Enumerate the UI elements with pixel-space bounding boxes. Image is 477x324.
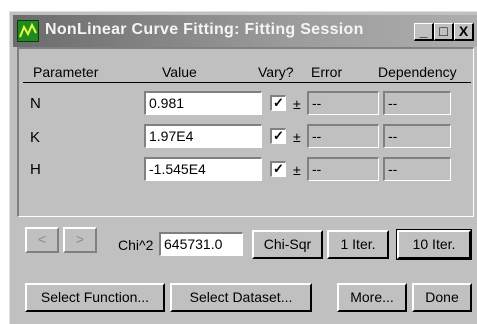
param-label-k: K [30, 129, 41, 146]
plus-minus-k: ± [293, 129, 301, 145]
done-button[interactable]: Done [412, 283, 472, 312]
window-title: NonLinear Curve Fitting: Fitting Session [45, 21, 364, 38]
chi-square-label: Chi^2 [118, 237, 154, 253]
more-button[interactable]: More... [337, 283, 407, 312]
header-parameter: Parameter [33, 64, 99, 80]
vary-checkbox-h[interactable]: ✓ [270, 161, 286, 177]
error-field-h: -- [307, 157, 379, 181]
dependency-field-k[interactable]: -- [383, 124, 451, 148]
error-field-k: -- [307, 124, 379, 148]
close-button[interactable]: X [454, 23, 474, 41]
prev-arrow-button[interactable]: < [25, 227, 59, 253]
app-icon [17, 20, 39, 42]
plus-minus-n: ± [293, 96, 301, 112]
dependency-field-h[interactable]: -- [383, 157, 451, 181]
ten-iterations-button[interactable]: 10 Iter. [396, 229, 472, 260]
error-field-n: -- [307, 91, 379, 115]
value-field-k[interactable]: 1.97E4 [144, 124, 262, 148]
header-error: Error [311, 64, 343, 80]
vary-checkbox-n[interactable]: ✓ [270, 95, 286, 111]
select-dataset-button[interactable]: Select Dataset... [170, 283, 312, 312]
chi-square-field: 645731.0 [159, 232, 243, 256]
minimize-button[interactable]: _ [414, 23, 434, 41]
vary-checkbox-k[interactable]: ✓ [270, 128, 286, 144]
value-field-n[interactable]: 0.981 [144, 91, 262, 115]
param-label-n: N [30, 95, 41, 112]
next-arrow-button[interactable]: > [63, 227, 97, 253]
header-dependency: Dependency [378, 64, 457, 80]
param-label-h: H [30, 161, 41, 178]
chi-sqr-button[interactable]: Chi-Sqr [252, 230, 323, 259]
one-iteration-button[interactable]: 1 Iter. [327, 230, 389, 259]
value-field-h[interactable]: -1.545E4 [144, 157, 262, 181]
header-value: Value [162, 64, 197, 80]
plus-minus-h: ± [293, 162, 301, 178]
header-vary: Vary? [258, 64, 294, 80]
select-function-button[interactable]: Select Function... [25, 283, 165, 312]
dependency-field-n[interactable]: -- [383, 91, 451, 115]
maximize-button[interactable]: □ [434, 23, 454, 41]
header-divider [23, 82, 471, 83]
title-bar[interactable]: NonLinear Curve Fitting: Fitting Session… [13, 15, 477, 47]
